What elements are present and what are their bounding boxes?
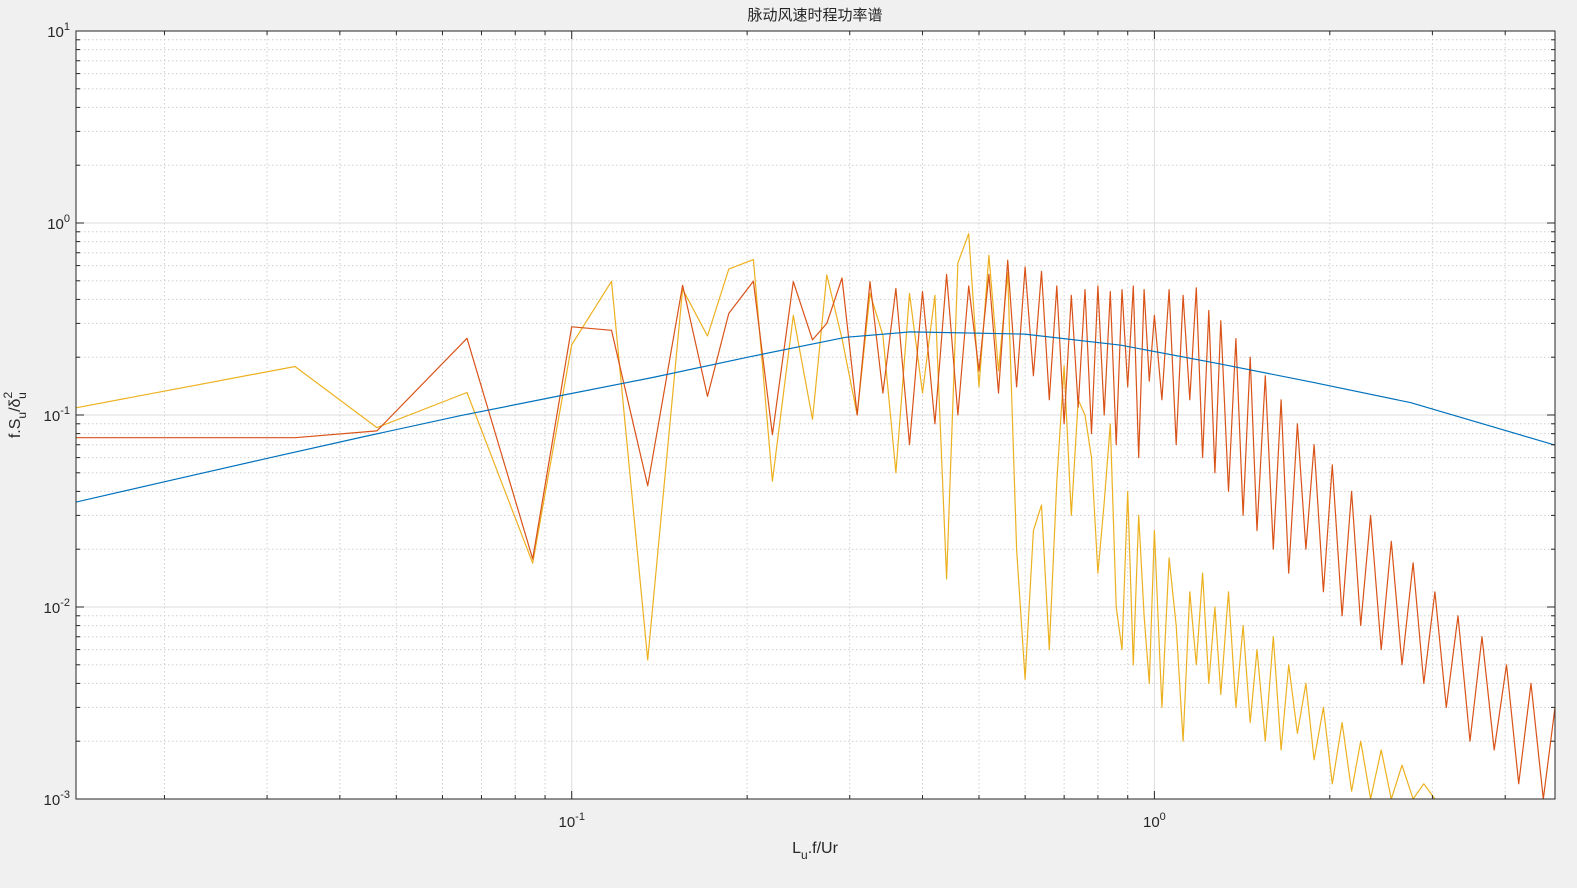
y-axis-label-p2: /δ bbox=[7, 398, 24, 411]
y-tick-label-exponent: -2 bbox=[60, 597, 70, 609]
y-tick-label-base: 10 bbox=[44, 792, 61, 809]
y-tick-label: 10-2 bbox=[44, 597, 70, 617]
y-tick-label-base: 10 bbox=[44, 408, 61, 425]
chart-title: 脉动风速时程功率谱 bbox=[747, 7, 882, 24]
x-tick-label-exponent: -1 bbox=[575, 811, 585, 823]
y-tick-label-base: 10 bbox=[47, 216, 64, 233]
power-spectrum-figure: 10-1 10010-310-210-1100101 脉动风速时程功率谱 Lu.f… bbox=[1, 7, 1556, 862]
y-tick-label: 10-1 bbox=[44, 405, 70, 425]
y-tick-label: 101 bbox=[47, 21, 70, 41]
x-axis-label-sub: u bbox=[801, 848, 808, 862]
x-tick-label-exponent: 0 bbox=[1160, 811, 1166, 823]
x-tick-label: 10-1 bbox=[558, 811, 584, 831]
y-tick-label-base: 10 bbox=[44, 600, 61, 617]
y-tick-label-exponent: 1 bbox=[64, 21, 70, 33]
x-axis-label-rest: .f/Ur bbox=[808, 840, 839, 857]
y-tick-label-base: 10 bbox=[47, 24, 64, 41]
y-axis-label-sub1: u bbox=[15, 412, 29, 419]
x-tick-label: 100 bbox=[1143, 811, 1166, 831]
y-tick-label-exponent: 0 bbox=[64, 213, 70, 225]
y-tick-label-exponent: -1 bbox=[60, 405, 70, 417]
y-tick-label: 100 bbox=[47, 213, 70, 233]
y-axis-label-sub2: u bbox=[15, 392, 29, 399]
y-tick-label: 10-3 bbox=[44, 789, 70, 809]
y-tick-label-exponent: -3 bbox=[60, 789, 70, 801]
x-axis-label: Lu.f/Ur bbox=[792, 840, 838, 862]
x-axis-label-main: L bbox=[792, 840, 801, 857]
y-axis-label-p1: f.S bbox=[7, 419, 24, 439]
x-tick-label-base: 10 bbox=[1143, 814, 1160, 831]
y-axis-label: f.Su/δ2u bbox=[1, 392, 29, 439]
y-axis-label-sup: 2 bbox=[1, 392, 15, 399]
x-tick-label-base: 10 bbox=[558, 814, 575, 831]
